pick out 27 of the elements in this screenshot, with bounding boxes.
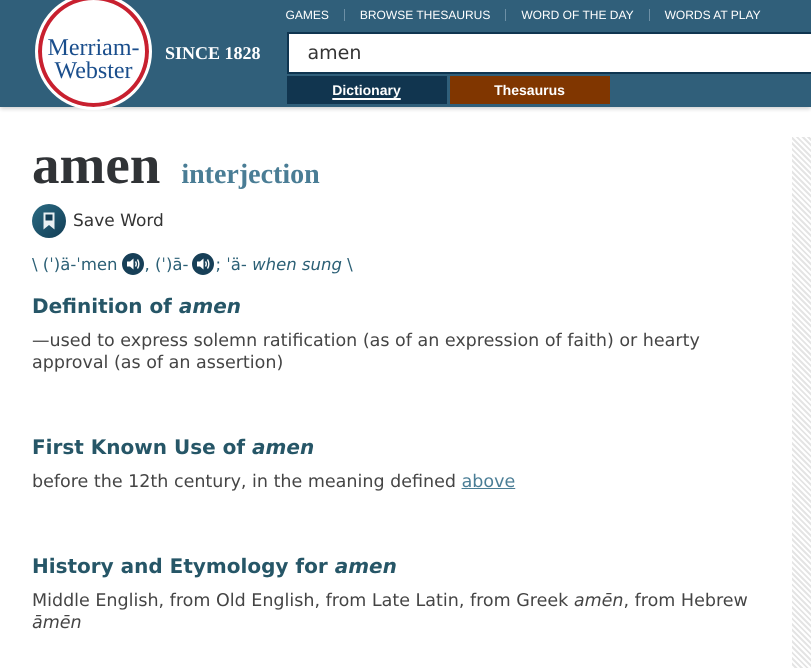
search-field[interactable]: amen	[286, 32, 811, 74]
speaker-icon[interactable]	[122, 253, 144, 275]
section-text: Middle English, from Old English, from Late Latin, from Greek amēn, from Hebrew āmēn	[32, 590, 749, 634]
nav-link[interactable]: BROWSE THESAURUS	[360, 8, 490, 22]
headword: amen	[32, 135, 160, 195]
search-tab[interactable]: Thesaurus	[450, 76, 610, 104]
logo-text: Webster	[54, 60, 133, 83]
part-of-speech: interjection	[181, 159, 320, 191]
logo-text: Merriam-	[48, 37, 140, 60]
section-heading: History and Etymology for amen	[32, 553, 398, 580]
speaker-icon[interactable]	[192, 253, 214, 275]
bookmark-icon	[32, 204, 66, 238]
logo[interactable]: Merriam- Webster	[35, 0, 152, 110]
section-heading: Definition of amen	[32, 293, 242, 320]
tagline: SINCE 1828	[165, 43, 261, 64]
nav-link[interactable]: WORD OF THE DAY	[521, 8, 634, 22]
nav-link[interactable]: GAMES	[286, 8, 329, 22]
pronunciation-text: , (ˈ)ā-	[144, 254, 188, 274]
save-word-button[interactable]: Save Word	[32, 204, 164, 238]
search-tab[interactable]: Dictionary	[286, 76, 447, 104]
section-text: —used to express solemn ratification (as of an expression of faith) or hearty approval (as of an assertion)	[32, 330, 701, 374]
text-link[interactable]: above	[462, 472, 516, 492]
pronunciation-text: ; ˈä- when sung \	[215, 254, 353, 274]
section-heading: First Known Use of amen	[32, 434, 316, 461]
nav-link[interactable]: WORDS AT PLAY	[664, 8, 761, 22]
pronunciation-text: \ (ˈ)ä-ˈmen	[32, 254, 118, 274]
section-text: before the 12th century, in the meaning defined above	[32, 471, 516, 493]
